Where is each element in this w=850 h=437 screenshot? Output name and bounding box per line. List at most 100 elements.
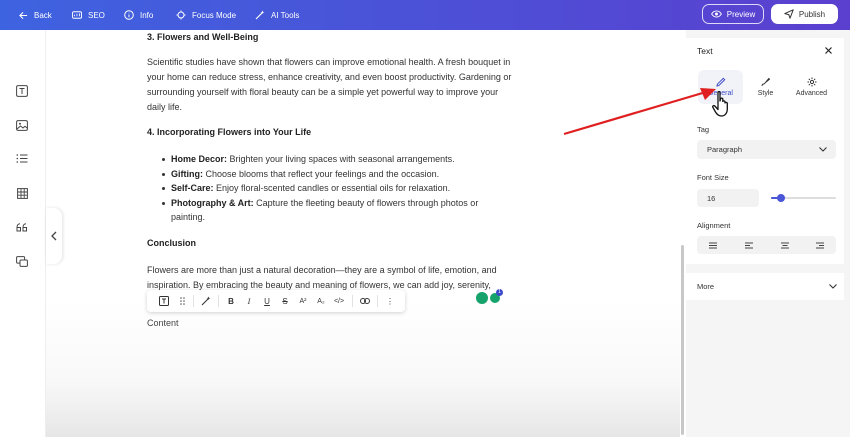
bullet-bold: Home Decor:: [171, 154, 228, 164]
send-icon: [784, 9, 794, 19]
block-sidebar: [0, 30, 45, 437]
ai-tools-button[interactable]: AI Tools: [255, 0, 299, 30]
arrow-left-icon: [19, 11, 28, 19]
info-label: Info: [140, 10, 154, 20]
conclusion-heading[interactable]: Conclusion: [147, 236, 196, 251]
tab-advanced[interactable]: Advanced: [789, 70, 834, 104]
chevron-left-icon: [51, 231, 57, 241]
seo-button[interactable]: SEO: [72, 0, 105, 30]
focus-icon: [176, 10, 186, 20]
list-item[interactable]: Photography & Art: Capture the fleeting …: [162, 196, 511, 225]
content-placeholder[interactable]: Content: [147, 318, 179, 328]
image-icon[interactable]: [13, 116, 31, 134]
align-left-button[interactable]: [739, 236, 759, 254]
align-center-button[interactable]: [775, 236, 795, 254]
ai-assist-button[interactable]: [199, 290, 213, 312]
gear-icon: [807, 77, 816, 87]
tag-select-value: Paragraph: [707, 145, 743, 154]
paint-brush-icon: [761, 77, 770, 87]
toolbar-divider: [377, 295, 378, 307]
toolbar-divider: [193, 295, 194, 307]
strikethrough-button[interactable]: S: [278, 290, 292, 312]
font-size-slider[interactable]: [771, 194, 836, 202]
more-section[interactable]: More: [686, 273, 844, 300]
toolbar-divider: [218, 295, 219, 307]
tab-advanced-label: Advanced: [795, 90, 828, 97]
alignment-label: Alignment: [697, 221, 731, 230]
magic-wand-icon: [201, 296, 211, 306]
info-button[interactable]: Info: [124, 0, 153, 30]
bullet-text: Enjoy floral-scented candles or essentia…: [213, 183, 451, 193]
embed-icon[interactable]: [13, 252, 31, 270]
list-item[interactable]: Self-Care: Enjoy floral-scented candles …: [162, 181, 511, 196]
font-size-input[interactable]: 16: [697, 189, 759, 207]
publish-label: Publish: [798, 9, 826, 19]
underline-button[interactable]: U: [260, 290, 274, 312]
align-right-button[interactable]: [810, 236, 830, 254]
align-left-icon: [745, 242, 753, 248]
font-size-label: Font Size: [697, 173, 729, 182]
collapse-sidebar-button[interactable]: [46, 208, 62, 264]
preview-button[interactable]: Preview: [702, 4, 764, 24]
annotation-arrow: [563, 88, 716, 136]
seo-label: SEO: [88, 10, 105, 20]
tag-select[interactable]: Paragraph: [697, 140, 836, 159]
alignment-group: [697, 236, 836, 254]
top-bar: Back SEO Info Focus Mode AI Tools Previe…: [0, 0, 850, 30]
format-toolbar: B I U S A² A₂ </> ⋮: [147, 290, 405, 312]
text-block-icon: [159, 296, 169, 306]
eye-icon: [710, 10, 722, 18]
bullet-text: Brighten your living spaces with seasona…: [227, 154, 455, 164]
chevron-down-icon: [829, 284, 837, 289]
close-panel-button[interactable]: [824, 46, 833, 55]
superscript-button[interactable]: A²: [296, 290, 310, 312]
focus-mode-label: Focus Mode: [192, 10, 237, 20]
chevron-down-icon: [819, 147, 827, 152]
focus-mode-button[interactable]: Focus Mode: [176, 0, 236, 30]
magic-wand-icon: [255, 10, 265, 20]
list-icon[interactable]: [13, 149, 31, 167]
paragraph-conclusion[interactable]: Flowers are more than just a natural dec…: [147, 263, 512, 293]
code-button[interactable]: </>: [332, 290, 346, 312]
more-label: More: [697, 282, 715, 291]
toolbar-divider: [352, 295, 353, 307]
align-justify-icon: [709, 242, 717, 248]
publish-button[interactable]: Publish: [771, 4, 838, 24]
notification-badge: 1: [496, 289, 503, 296]
bullet-bold: Gifting:: [171, 168, 203, 179]
back-label: Back: [34, 10, 52, 20]
bullet-bold: Self-Care:: [171, 183, 214, 193]
subscript-button[interactable]: A₂: [314, 290, 328, 312]
link-icon: [360, 298, 370, 304]
section-heading-4[interactable]: 4. Incorporating Flowers into Your Life: [147, 125, 311, 140]
tab-style-label: Style: [757, 90, 774, 97]
table-icon[interactable]: [13, 184, 31, 202]
list-item[interactable]: Home Decor: Brighten your living spaces …: [162, 152, 511, 167]
editor-scrollbar[interactable]: [681, 245, 684, 435]
paragraph-wellbeing[interactable]: Scientific studies have shown that flowe…: [147, 55, 512, 115]
list-item[interactable]: Gifting: Choose blooms that reflect your…: [162, 167, 511, 182]
more-options-button[interactable]: ⋮: [383, 290, 397, 312]
text-block-icon[interactable]: [13, 82, 31, 100]
info-icon: [124, 10, 134, 20]
block-type-button[interactable]: [157, 290, 171, 312]
align-center-icon: [781, 242, 789, 248]
drag-handle[interactable]: [175, 290, 189, 312]
align-right-icon: [816, 242, 824, 248]
section-heading-3[interactable]: 3. Flowers and Well-Being: [147, 30, 258, 45]
close-icon: [825, 47, 832, 54]
scroll-fade: [46, 300, 680, 437]
bold-button[interactable]: B: [224, 290, 238, 312]
link-button[interactable]: [358, 290, 372, 312]
grammar-check-icon[interactable]: [476, 292, 488, 304]
drag-handle-icon: [179, 297, 185, 305]
bullet-list[interactable]: Home Decor: Brighten your living spaces …: [162, 152, 511, 225]
align-justify-button[interactable]: [703, 236, 723, 254]
ai-tools-label: AI Tools: [271, 10, 300, 20]
quote-icon[interactable]: [13, 218, 31, 236]
font-size-slider-knob[interactable]: [776, 194, 785, 202]
bullet-text: Choose blooms that reflect your feelings…: [203, 168, 440, 179]
tab-style[interactable]: Style: [743, 70, 788, 104]
italic-button[interactable]: I: [242, 290, 256, 312]
back-button[interactable]: Back: [19, 0, 52, 30]
